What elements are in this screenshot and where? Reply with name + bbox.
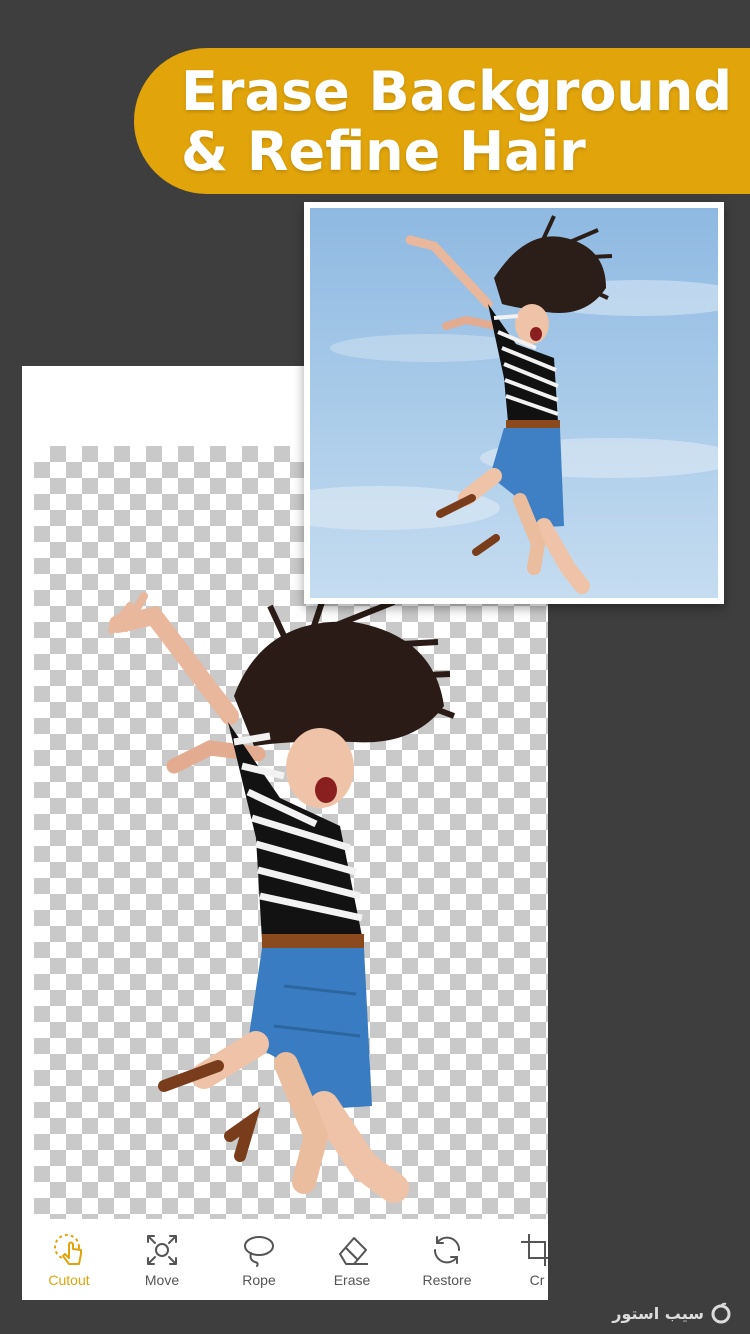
apple-logo-icon <box>711 1302 731 1324</box>
headline-line-1: Erase Background <box>181 60 732 123</box>
tool-cutout[interactable]: Cutout <box>24 1232 114 1296</box>
eraser-icon <box>339 1237 368 1265</box>
tool-erase[interactable]: Erase <box>307 1232 397 1296</box>
bottom-toolbar: Cutout Move Rope Erase Restore Cr <box>22 1222 548 1300</box>
restore-arrows-icon <box>433 1236 461 1264</box>
tool-cutout-label: Cutout <box>48 1272 90 1288</box>
jumping-girl-photo <box>310 215 718 594</box>
watermark-text: سیب استور <box>612 1303 704 1323</box>
tool-restore[interactable]: Restore <box>402 1232 492 1296</box>
original-photo-card <box>304 202 724 604</box>
hand-select-icon <box>54 1234 82 1265</box>
tool-crop[interactable]: Cr <box>492 1232 548 1296</box>
original-photo <box>310 208 718 598</box>
tool-move[interactable]: Move <box>117 1232 207 1296</box>
tool-crop-label: Cr <box>529 1272 545 1288</box>
crop-icon <box>521 1234 548 1266</box>
move-arrows-icon <box>147 1235 177 1265</box>
tool-move-label: Move <box>144 1272 180 1288</box>
tool-rope[interactable]: Rope <box>214 1232 304 1296</box>
headline-line-2: & Refine Hair <box>181 120 586 183</box>
lasso-icon <box>244 1236 274 1267</box>
tool-rope-label: Rope <box>242 1272 276 1288</box>
tool-erase-label: Erase <box>333 1272 371 1288</box>
tool-restore-label: Restore <box>422 1272 472 1288</box>
watermark: سیب استور <box>612 1300 732 1326</box>
